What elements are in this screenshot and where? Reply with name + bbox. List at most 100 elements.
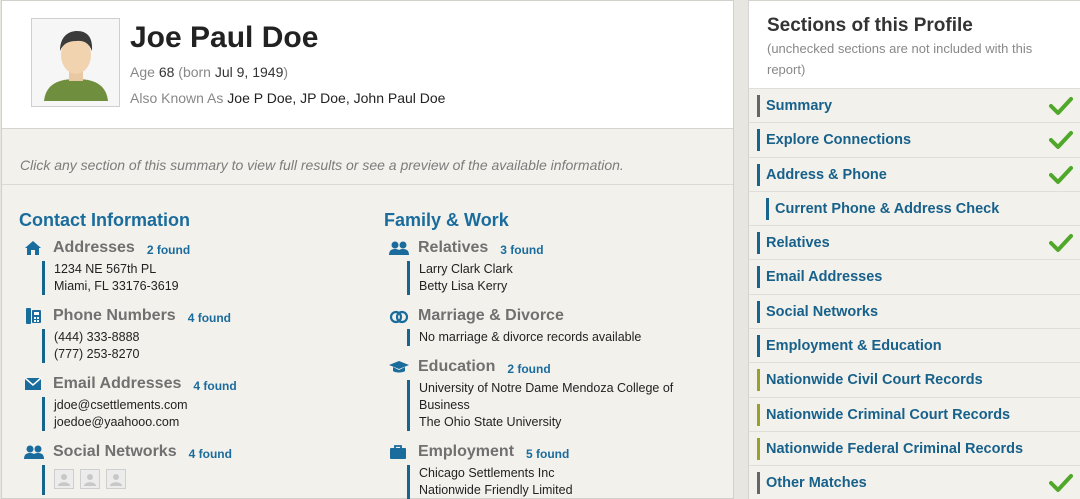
profile-page: Joe Paul Doe Age 68 (born Jul 9, 1949) A… [0, 0, 1080, 499]
rings-icon [389, 307, 411, 325]
phone-line: (777) 253-8270 [54, 347, 140, 361]
relatives-list: Larry Clark Clark Betty Lisa Kerry [407, 261, 544, 295]
people-icon [24, 443, 46, 461]
sidebar-item-nationwide-criminal-court-records[interactable]: Nationwide Criminal Court Records [749, 396, 1080, 431]
addresses-list: 1234 NE 567th PL Miami, FL 33176-3619 [42, 261, 190, 295]
employment-line: Chicago Settlements Inc [419, 466, 555, 480]
education-list: University of Notre Dame Mendoza College… [407, 380, 709, 431]
sidebar-item-marker [757, 472, 760, 495]
sidebar-item-relatives[interactable]: Relatives [749, 225, 1080, 260]
sidebar-item-address-and-phone[interactable]: Address & Phone [749, 156, 1080, 191]
relatives-count[interactable]: 3 found [500, 243, 543, 257]
envelope-icon [24, 375, 46, 393]
social-avatar-icon[interactable] [106, 469, 126, 489]
relative-line: Betty Lisa Kerry [419, 279, 508, 293]
avatar [31, 18, 120, 107]
sidebar-item-label: Nationwide Criminal Court Records [766, 406, 1011, 423]
marriage-line: No marriage & divorce records available [419, 330, 642, 344]
address-line: Miami, FL 33176-3619 [54, 279, 179, 293]
phone-line: (444) 333-8888 [54, 330, 140, 344]
email-line: jdoe@csettlements.com [54, 398, 188, 412]
sidebar-item-label: Nationwide Federal Criminal Records [766, 440, 1024, 457]
sidebar-item-label: Summary [766, 98, 833, 114]
sidebar-item-nationwide-federal-criminal-records[interactable]: Nationwide Federal Criminal Records [749, 430, 1080, 466]
marriage-divorce-section[interactable]: Marriage & Divorce No marriage & divorce… [389, 306, 641, 346]
sidebar-item-explore-connections[interactable]: Explore Connections [749, 122, 1080, 157]
email-addresses-section[interactable]: Email Addresses 4 found jdoe@csettlement… [24, 374, 237, 431]
addresses-label: Addresses [53, 239, 135, 256]
email-addresses-list: jdoe@csettlements.com joedoe@yaahooo.com [42, 397, 237, 431]
addresses-section[interactable]: Addresses 2 found 1234 NE 567th PL Miami… [24, 238, 190, 295]
sidebar-item-label: Explore Connections [766, 132, 912, 149]
employment-line: Nationwide Friendly Limited [419, 483, 573, 497]
address-line: 1234 NE 567th PL [54, 262, 157, 276]
sidebar-item-summary[interactable]: Summary [749, 88, 1080, 123]
checkmark-icon[interactable] [1049, 165, 1073, 185]
email-addresses-count[interactable]: 4 found [193, 379, 236, 393]
relative-line: Larry Clark Clark [419, 262, 513, 276]
sidebar-item-label: Address & Phone [766, 166, 887, 183]
born-date: Jul 9, 1949 [214, 64, 284, 80]
social-networks-count[interactable]: 4 found [189, 447, 232, 461]
profile-sections-sidebar: Sections of this Profile (unchecked sect… [748, 0, 1080, 499]
age-line: Age 68 (born Jul 9, 1949) [130, 64, 288, 80]
sidebar-item-label: Current Phone & Address Check [775, 200, 1000, 217]
checkmark-icon[interactable] [1049, 473, 1073, 493]
employment-section[interactable]: Employment 5 found Chicago Settlements I… [389, 442, 573, 499]
contact-information-heading: Contact Information [19, 210, 190, 230]
sidebar-item-label: Email Addresses [766, 269, 883, 286]
checkmark-icon[interactable] [1049, 130, 1073, 150]
briefcase-icon [389, 443, 411, 461]
sidebar-item-marker [757, 300, 760, 323]
social-networks-label: Social Networks [53, 443, 177, 460]
employment-list: Chicago Settlements Inc Nationwide Frien… [407, 465, 573, 499]
sidebar-item-marker [757, 95, 760, 117]
email-line: joedoe@yaahooo.com [54, 415, 180, 429]
sidebar-item-nationwide-civil-court-records[interactable]: Nationwide Civil Court Records [749, 362, 1080, 397]
addresses-count[interactable]: 2 found [147, 243, 190, 257]
sidebar-item-label: Employment & Education [766, 338, 942, 355]
phone-numbers-list: (444) 333-8888 (777) 253-8270 [42, 329, 231, 363]
sidebar-subtitle: (unchecked sections are not included wit… [767, 41, 1033, 77]
checkmark-icon[interactable] [1049, 233, 1073, 253]
phone-numbers-count[interactable]: 4 found [188, 311, 231, 325]
family-work-heading: Family & Work [384, 210, 509, 230]
aka-line: Also Known As Joe P Doe, JP Doe, John Pa… [130, 90, 445, 106]
social-network-thumbnails [42, 465, 232, 495]
divider [2, 184, 733, 185]
aka-names: Joe P Doe, JP Doe, John Paul Doe [227, 90, 446, 106]
sidebar-item-marker [757, 266, 760, 289]
education-line: The Ohio State University [419, 415, 562, 429]
social-avatar-icon[interactable] [80, 469, 100, 489]
phone-numbers-label: Phone Numbers [53, 307, 176, 324]
sidebar-title: Sections of this Profile [767, 15, 973, 36]
born-label: (born [178, 64, 211, 80]
sidebar-item-label: Other Matches [766, 475, 867, 492]
sidebar-item-label: Social Networks [766, 303, 879, 320]
sidebar-item-social-networks[interactable]: Social Networks [749, 293, 1080, 329]
social-avatar-icon[interactable] [54, 469, 74, 489]
education-section[interactable]: Education 2 found University of Notre Da… [389, 357, 709, 431]
email-addresses-label: Email Addresses [53, 375, 182, 392]
phone-numbers-section[interactable]: Phone Numbers 4 found (444) 333-8888 (77… [24, 306, 231, 363]
relatives-section[interactable]: Relatives 3 found Larry Clark Clark Bett… [389, 238, 544, 295]
born-close: ) [283, 64, 289, 80]
sidebar-item-current-phone-and-address-check[interactable]: Current Phone & Address Check [749, 190, 1080, 226]
sidebar-item-label: Nationwide Civil Court Records [766, 372, 983, 389]
sidebar-item-marker [757, 403, 760, 426]
employment-count[interactable]: 5 found [526, 447, 569, 461]
home-icon [24, 239, 46, 257]
sidebar-section-list: Summary Explore Connections Address & Phon… [749, 88, 1080, 499]
employment-label: Employment [418, 443, 515, 460]
aka-label: Also Known As [130, 90, 224, 106]
checkmark-icon[interactable] [1049, 96, 1073, 116]
sidebar-item-marker [757, 437, 760, 460]
sidebar-item-employment-and-education[interactable]: Employment & Education [749, 328, 1080, 363]
phone-icon [24, 307, 46, 325]
education-count[interactable]: 2 found [507, 362, 550, 376]
sidebar-item-email-addresses[interactable]: Email Addresses [749, 259, 1080, 294]
sidebar-item-other-matches[interactable]: Other Matches [749, 465, 1080, 499]
sidebar-item-label: Relatives [766, 235, 830, 252]
relatives-label: Relatives [418, 239, 489, 256]
social-networks-section[interactable]: Social Networks 4 found [24, 442, 232, 495]
